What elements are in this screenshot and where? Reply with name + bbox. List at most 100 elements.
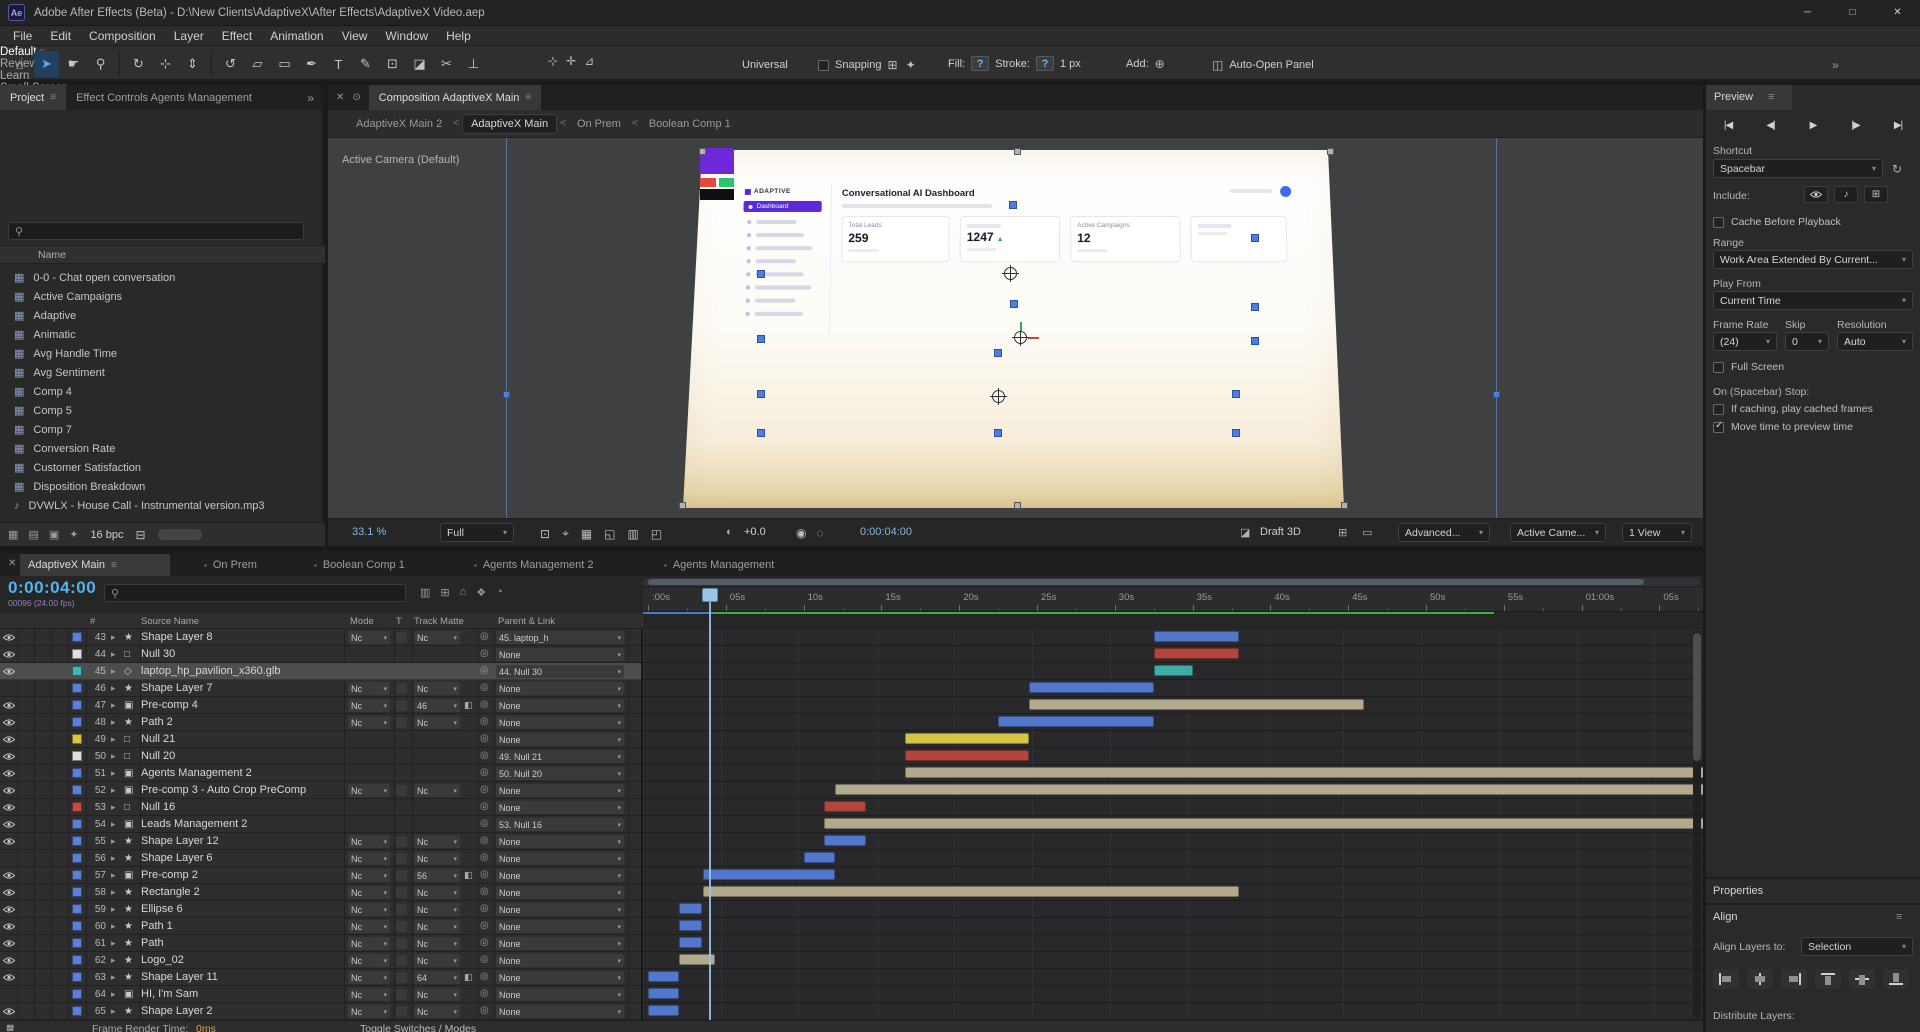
layer-row[interactable]: 43 ▸ ★ Shape Layer 8 Nc ▾ Nc ▾ ◎ 45. laptop_h ▾ <box>0 629 1703 646</box>
layer-row[interactable]: 44 ▸ □ Null 30 ◎ None ▾ <box>0 646 1703 663</box>
mode-dropdown[interactable]: Nc ▾ <box>348 784 390 797</box>
type-tool-icon[interactable]: T <box>326 51 351 77</box>
transform-gizmo-icon[interactable] <box>990 388 1007 405</box>
layer-duration-bar[interactable] <box>679 920 703 931</box>
panel-lock-icon[interactable]: ⊙ <box>352 92 360 103</box>
preserve-transparency-toggle[interactable] <box>396 1006 407 1017</box>
layer-row[interactable]: 65 ▸ ★ Shape Layer 2 Nc ▾ Nc ▾ ◎ None ▾ <box>0 1003 1703 1020</box>
layer-color-swatch[interactable] <box>72 768 82 778</box>
layer-row[interactable]: 54 ▸ ▣ Leads Management 2 ◎ 53. Null 16 ▾ <box>0 816 1703 833</box>
parent-pickwhip-icon[interactable]: ◎ <box>480 886 489 897</box>
track-matte-dropdown[interactable]: Nc ▾ <box>414 903 460 916</box>
eye-icon[interactable] <box>2 871 16 883</box>
project-item[interactable]: ▦ 0-0 - Chat open conversation <box>0 268 325 287</box>
expand-arrow-icon[interactable]: ▸ <box>111 768 116 779</box>
layer-name[interactable]: Null 30 <box>141 648 341 660</box>
project-item[interactable]: ▦ Active Campaigns <box>0 287 325 306</box>
preserve-transparency-toggle[interactable] <box>396 717 407 728</box>
layer-name[interactable]: Pre-comp 4 <box>141 699 341 711</box>
expand-arrow-icon[interactable]: ▸ <box>111 734 116 745</box>
parent-dropdown[interactable]: None ▾ <box>496 971 624 984</box>
layer-row[interactable]: 48 ▸ ★ Path 2 Nc ▾ Nc ▾ ◎ None ▾ <box>0 714 1703 731</box>
track-matte-dropdown[interactable]: Nc ▾ <box>414 937 460 950</box>
layer-color-swatch[interactable] <box>72 751 82 761</box>
expand-arrow-icon[interactable]: ▸ <box>111 853 116 864</box>
stroke-width-value[interactable]: 1 px <box>1060 58 1081 70</box>
skip-dropdown[interactable]: 0 ▾ <box>1785 332 1829 351</box>
layer-row[interactable]: 55 ▸ ★ Shape Layer 12 Nc ▾ Nc ▾ ◎ None ▾ <box>0 833 1703 850</box>
parent-pickwhip-icon[interactable]: ◎ <box>480 971 489 982</box>
menu-layer[interactable]: Layer <box>165 29 213 43</box>
expand-arrow-icon[interactable]: ▸ <box>111 802 116 813</box>
panel-menu-icon[interactable]: ≡ <box>1896 911 1902 923</box>
menu-effect[interactable]: Effect <box>213 29 261 43</box>
layer-duration-bar[interactable] <box>1029 699 1364 710</box>
caching-checkbox[interactable] <box>1713 403 1724 415</box>
parent-pickwhip-icon[interactable]: ◎ <box>480 767 489 778</box>
parent-dropdown[interactable]: None ▾ <box>496 699 624 712</box>
layer-row[interactable]: 52 ▸ ▣ Pre-comp 3 - Auto Crop PreComp Nc ▾ Nc ▾… <box>0 782 1703 799</box>
mode-column-header[interactable]: Mode <box>350 616 374 627</box>
layer-row[interactable]: 47 ▸ ▣ Pre-comp 4 Nc ▾ 46 ▾ ◧ ◎ None ▾ <box>0 697 1703 714</box>
layer-color-swatch[interactable] <box>72 836 82 846</box>
parent-pickwhip-icon[interactable]: ◎ <box>480 750 489 761</box>
parent-pickwhip-icon[interactable]: ◎ <box>480 903 489 914</box>
eraser-tool-icon[interactable]: ◪ <box>407 51 432 77</box>
layer-color-swatch[interactable] <box>72 802 82 812</box>
shortcut-dropdown[interactable]: Spacebar ▾ <box>1713 159 1883 178</box>
parent-dropdown[interactable]: None ▾ <box>496 852 624 865</box>
track-matte-column-header[interactable]: Track Matte <box>414 616 464 627</box>
tab-preview[interactable]: Preview <box>1714 91 1753 103</box>
eye-icon[interactable] <box>2 752 16 764</box>
preserve-transparency-toggle[interactable] <box>396 989 407 1000</box>
mode-dropdown[interactable]: Nc ▾ <box>348 716 390 729</box>
layer-color-swatch[interactable] <box>72 1006 82 1016</box>
source-name-column-header[interactable]: Source Name <box>141 616 199 627</box>
first-frame-button[interactable]: |◀ <box>1713 115 1743 135</box>
mode-dropdown[interactable]: Nc ▾ <box>348 903 390 916</box>
expand-arrow-icon[interactable]: ▸ <box>111 785 116 796</box>
layer-color-swatch[interactable] <box>72 700 82 710</box>
t-column-header[interactable]: T <box>396 616 402 627</box>
composition-viewport[interactable]: Active Camera (Default) ADAPTIVE Dashboa… <box>328 138 1703 518</box>
hand-tool-icon[interactable]: ☛ <box>61 51 86 77</box>
parent-pickwhip-icon[interactable]: ◎ <box>480 665 489 676</box>
orbit-camera-tool-icon[interactable]: ↻ <box>126 51 151 77</box>
layer-duration-bar[interactable] <box>648 971 680 982</box>
layer-name[interactable]: Agents Management 2 <box>141 767 341 779</box>
parent-dropdown[interactable]: None ▾ <box>496 886 624 899</box>
parent-dropdown[interactable]: None ▾ <box>496 682 624 695</box>
layer-color-swatch[interactable] <box>72 904 82 914</box>
parent-dropdown[interactable]: None ▾ <box>496 920 624 933</box>
preserve-transparency-toggle[interactable] <box>396 853 407 864</box>
delete-icon[interactable]: ⊟ <box>135 528 145 542</box>
track-matte-dropdown[interactable]: Nc ▾ <box>414 988 460 1001</box>
track-matte-dropdown[interactable]: Nc ▾ <box>414 852 460 865</box>
comp-current-time[interactable]: 0:00:04:00 <box>860 526 912 538</box>
clone-stamp-tool-icon[interactable]: ⊡ <box>380 51 405 77</box>
layer-row[interactable]: 45 ▸ ◇ laptop_hp_pavilion_x360.glb ◎ 44. Null… <box>0 663 1703 680</box>
layer-duration-bar[interactable] <box>702 869 835 880</box>
eye-icon[interactable] <box>2 718 16 730</box>
project-item[interactable]: ▦ Avg Handle Time <box>0 344 325 363</box>
transform-gizmo-icon[interactable] <box>1012 322 1039 346</box>
align-bottom-icon[interactable] <box>1883 969 1909 989</box>
draft-3d-icon[interactable]: ⊞ <box>440 586 449 599</box>
layer-row[interactable]: 49 ▸ □ Null 21 ◎ None ▾ <box>0 731 1703 748</box>
layer-row[interactable]: 63 ▸ ★ Shape Layer 11 Nc ▾ 64 ▾ ◧ ◎ None ▾ <box>0 969 1703 986</box>
add-button-icon[interactable]: ⊕ <box>1155 57 1165 71</box>
align-right-icon[interactable] <box>1781 969 1807 989</box>
guide-line[interactable] <box>506 138 507 518</box>
layer-duration-bar[interactable] <box>823 818 1703 829</box>
interpret-footage-icon[interactable]: ▦ <box>8 528 18 541</box>
layer-name[interactable]: Leads Management 2 <box>141 818 341 830</box>
region-of-interest-icon[interactable]: ⊡ <box>540 527 550 541</box>
local-axis-mode-icon[interactable]: ⊹ <box>548 54 558 68</box>
new-folder-icon[interactable]: ▤ <box>28 528 38 541</box>
expand-arrow-icon[interactable]: ▸ <box>111 1006 116 1017</box>
layer-row[interactable]: 53 ▸ □ Null 16 ◎ None ▾ <box>0 799 1703 816</box>
fast-previews-icon[interactable]: ◪ <box>1240 526 1250 539</box>
grid-guides-icon[interactable]: ▥ <box>628 527 639 541</box>
take-snapshot-icon[interactable]: ◉ <box>796 526 806 540</box>
track-matte-dropdown[interactable]: 56 ▾ <box>414 869 460 882</box>
